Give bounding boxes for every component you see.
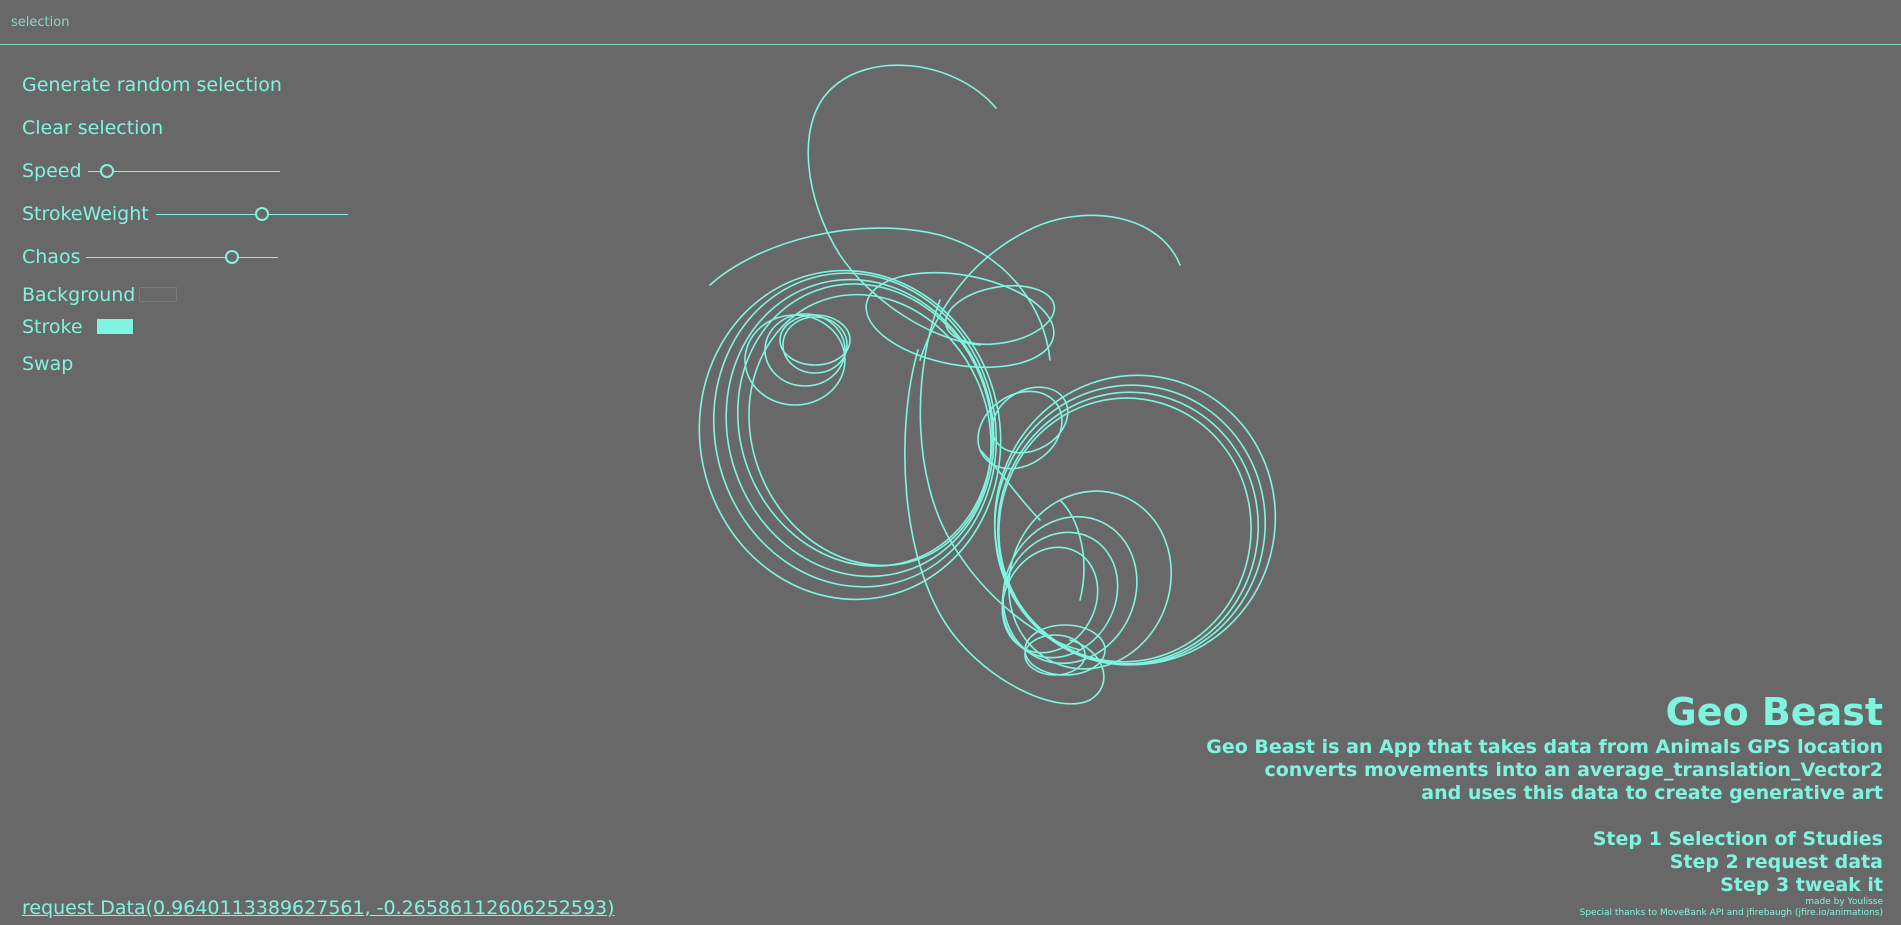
author-credit: made by Youlisse xyxy=(1805,897,1883,907)
step-line: Step 3 tweak it xyxy=(1720,874,1883,896)
thanks-credit: Special thanks to MoveBank API and jfire… xyxy=(1579,908,1883,918)
strokeweight-label: StrokeWeight xyxy=(22,203,149,225)
description-line: and uses this data to create generative … xyxy=(1421,782,1883,804)
generate-random-selection-button[interactable]: Generate random selection xyxy=(22,74,282,96)
strokeweight-slider-knob[interactable] xyxy=(254,207,269,221)
description-line: Geo Beast is an App that takes data from… xyxy=(1206,736,1883,758)
swap-button[interactable]: Swap xyxy=(22,353,73,375)
request-data-link[interactable]: request Data(0.9640113389627561, -0.2658… xyxy=(22,897,615,919)
stroke-label: Stroke xyxy=(22,316,83,338)
step-line: Step 2 request data xyxy=(1669,851,1883,873)
stroke-color-picker[interactable] xyxy=(97,319,133,334)
chaos-label: Chaos xyxy=(22,246,81,268)
speed-slider-track[interactable] xyxy=(88,171,280,172)
background-label: Background xyxy=(22,284,136,306)
chaos-slider-track[interactable] xyxy=(86,257,278,258)
chaos-slider-knob[interactable] xyxy=(224,250,239,264)
app-title: Geo Beast xyxy=(1665,690,1883,734)
info-panel: Geo Beast Geo Beast is an App that takes… xyxy=(1206,690,1883,919)
step-line: Step 1 Selection of Studies xyxy=(1592,828,1883,850)
speed-label: Speed xyxy=(22,160,82,182)
background-color-picker[interactable] xyxy=(139,287,177,302)
strokeweight-slider-track[interactable] xyxy=(156,214,348,215)
clear-selection-button[interactable]: Clear selection xyxy=(22,117,163,139)
description-line: converts movements into an average_trans… xyxy=(1264,759,1883,781)
